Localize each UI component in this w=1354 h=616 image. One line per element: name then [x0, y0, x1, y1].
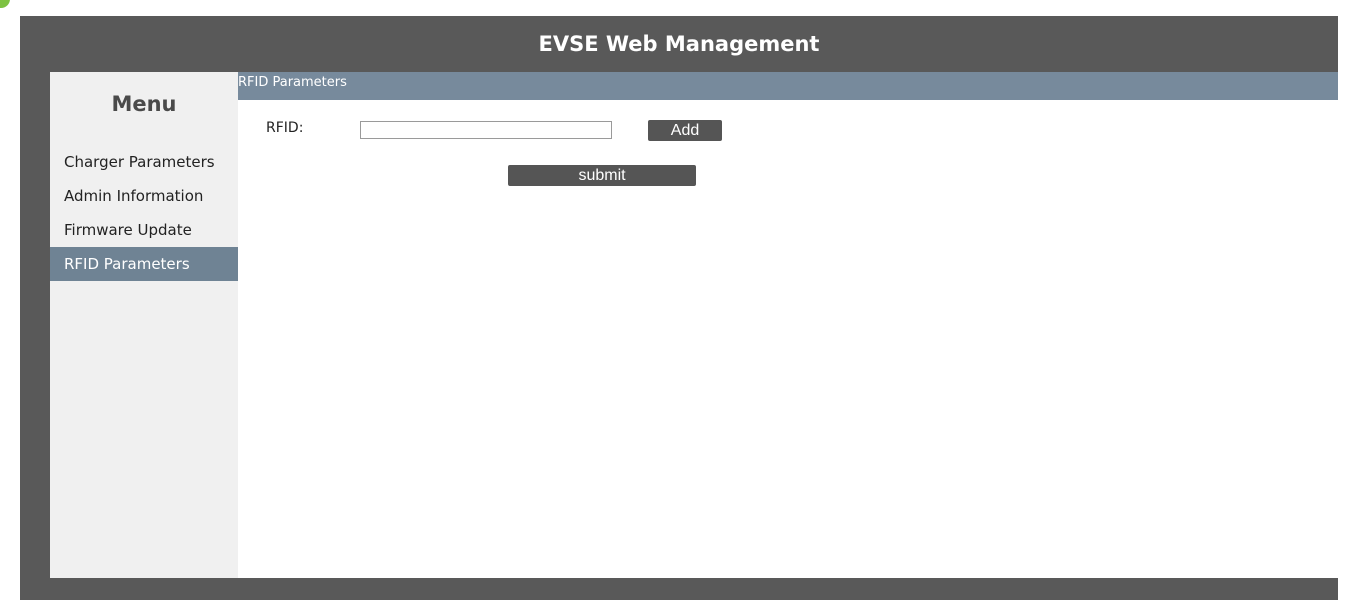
- sidebar-item-admin-information[interactable]: Admin Information: [50, 179, 238, 213]
- footer-bar: [20, 578, 1338, 600]
- add-button[interactable]: Add: [648, 120, 722, 141]
- menu-title: Menu: [111, 92, 177, 116]
- rfid-label: RFID:: [266, 120, 304, 136]
- app-frame: EVSE Web Management Menu Charger Paramet…: [20, 16, 1338, 600]
- green-status-dot-icon: [0, 0, 10, 8]
- sidebar-item-firmware-update[interactable]: Firmware Update: [50, 213, 238, 247]
- page-title: EVSE Web Management: [538, 32, 820, 56]
- rfid-input[interactable]: [360, 121, 612, 139]
- sidebar-item-charger-parameters[interactable]: Charger Parameters: [50, 145, 238, 179]
- menu-list: Charger Parameters Admin Information Fir…: [50, 145, 238, 281]
- sidebar-menu: Menu Charger Parameters Admin Informatio…: [50, 72, 238, 578]
- main-content: RFID Parameters RFID: Add submit: [238, 72, 1338, 578]
- sidebar-item-rfid-parameters[interactable]: RFID Parameters: [50, 247, 238, 281]
- section-title: RFID Parameters: [238, 72, 1338, 100]
- submit-button[interactable]: submit: [508, 165, 696, 186]
